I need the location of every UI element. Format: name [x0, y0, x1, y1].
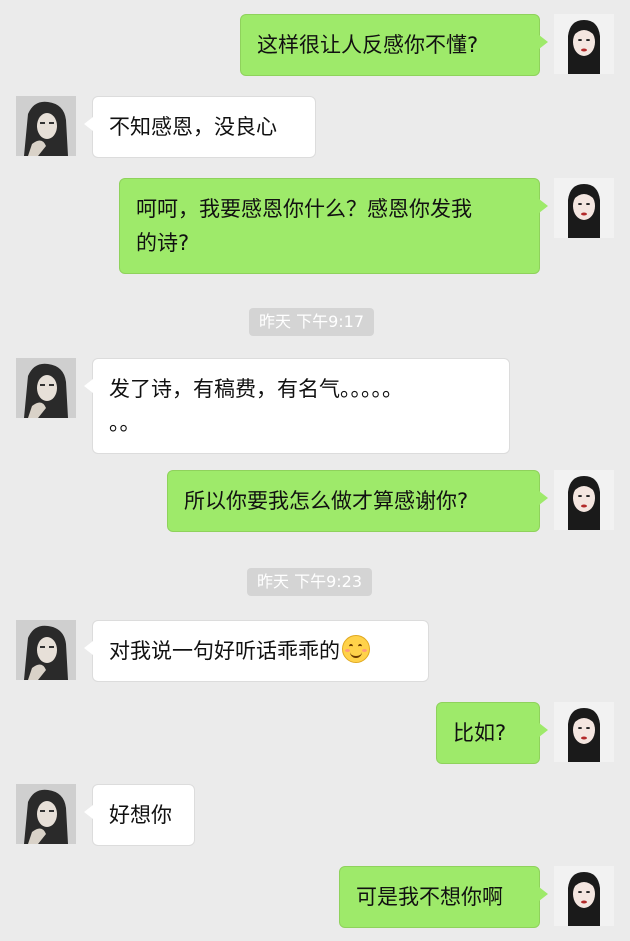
message-bubble-sent[interactable]: 比如?	[436, 702, 548, 764]
message-bubble-sent[interactable]: 可是我不想你啊	[339, 866, 548, 928]
timestamp-label: 昨天 下午9:17	[249, 308, 375, 336]
message-bubble-received[interactable]: 不知感恩，没良心	[84, 96, 316, 158]
timestamp-label: 昨天 下午9:23	[247, 568, 373, 596]
avatar-self[interactable]	[554, 866, 614, 926]
message-bubble-sent[interactable]: 所以你要我怎么做才算感谢你?	[167, 470, 548, 532]
avatar-contact[interactable]	[16, 96, 76, 156]
avatar-contact[interactable]	[16, 784, 76, 844]
avatar-self[interactable]	[554, 14, 614, 74]
message-bubble-received[interactable]: 好想你	[84, 784, 195, 846]
message-bubble-received[interactable]: 对我说一句好听话乖乖的	[84, 620, 429, 682]
avatar-contact[interactable]	[16, 620, 76, 680]
avatar-self[interactable]	[554, 702, 614, 762]
message-bubble-received[interactable]: 发了诗，有稿费，有名气。。。。。 。。	[84, 358, 510, 454]
avatar-self[interactable]	[554, 178, 614, 238]
message-bubble-sent[interactable]: 呵呵，我要感恩你什么？感恩你发我 的诗?	[119, 178, 548, 274]
avatar-self[interactable]	[554, 470, 614, 530]
smiling-face-emoji-icon	[342, 635, 370, 663]
message-bubble-sent[interactable]: 这样很让人反感你不懂?	[240, 14, 548, 76]
message-text: 对我说一句好听话乖乖的	[109, 639, 340, 663]
avatar-contact[interactable]	[16, 358, 76, 418]
